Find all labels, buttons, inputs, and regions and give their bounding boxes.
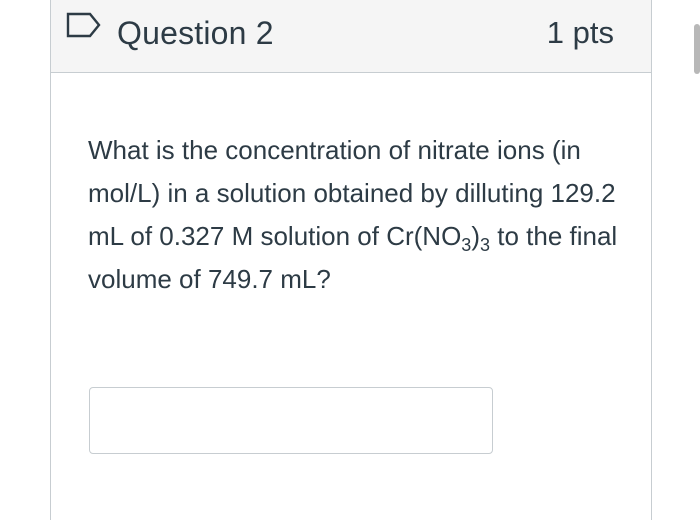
subscript: 3	[461, 235, 472, 255]
question-title: Question 2	[117, 15, 274, 51]
question-header: Question 2 1 pts	[51, 0, 651, 73]
subscript: 3	[479, 235, 490, 255]
answer-input[interactable]	[89, 387, 493, 454]
question-text: What is the concentration of nitrate ion…	[88, 129, 618, 301]
question-text-part: )	[471, 221, 480, 251]
question-points: 1 pts	[546, 15, 614, 50]
scrollbar[interactable]	[694, 24, 700, 74]
flag-outline-icon[interactable]	[66, 12, 102, 38]
question-card: Question 2 1 pts What is the concentrati…	[50, 0, 652, 520]
